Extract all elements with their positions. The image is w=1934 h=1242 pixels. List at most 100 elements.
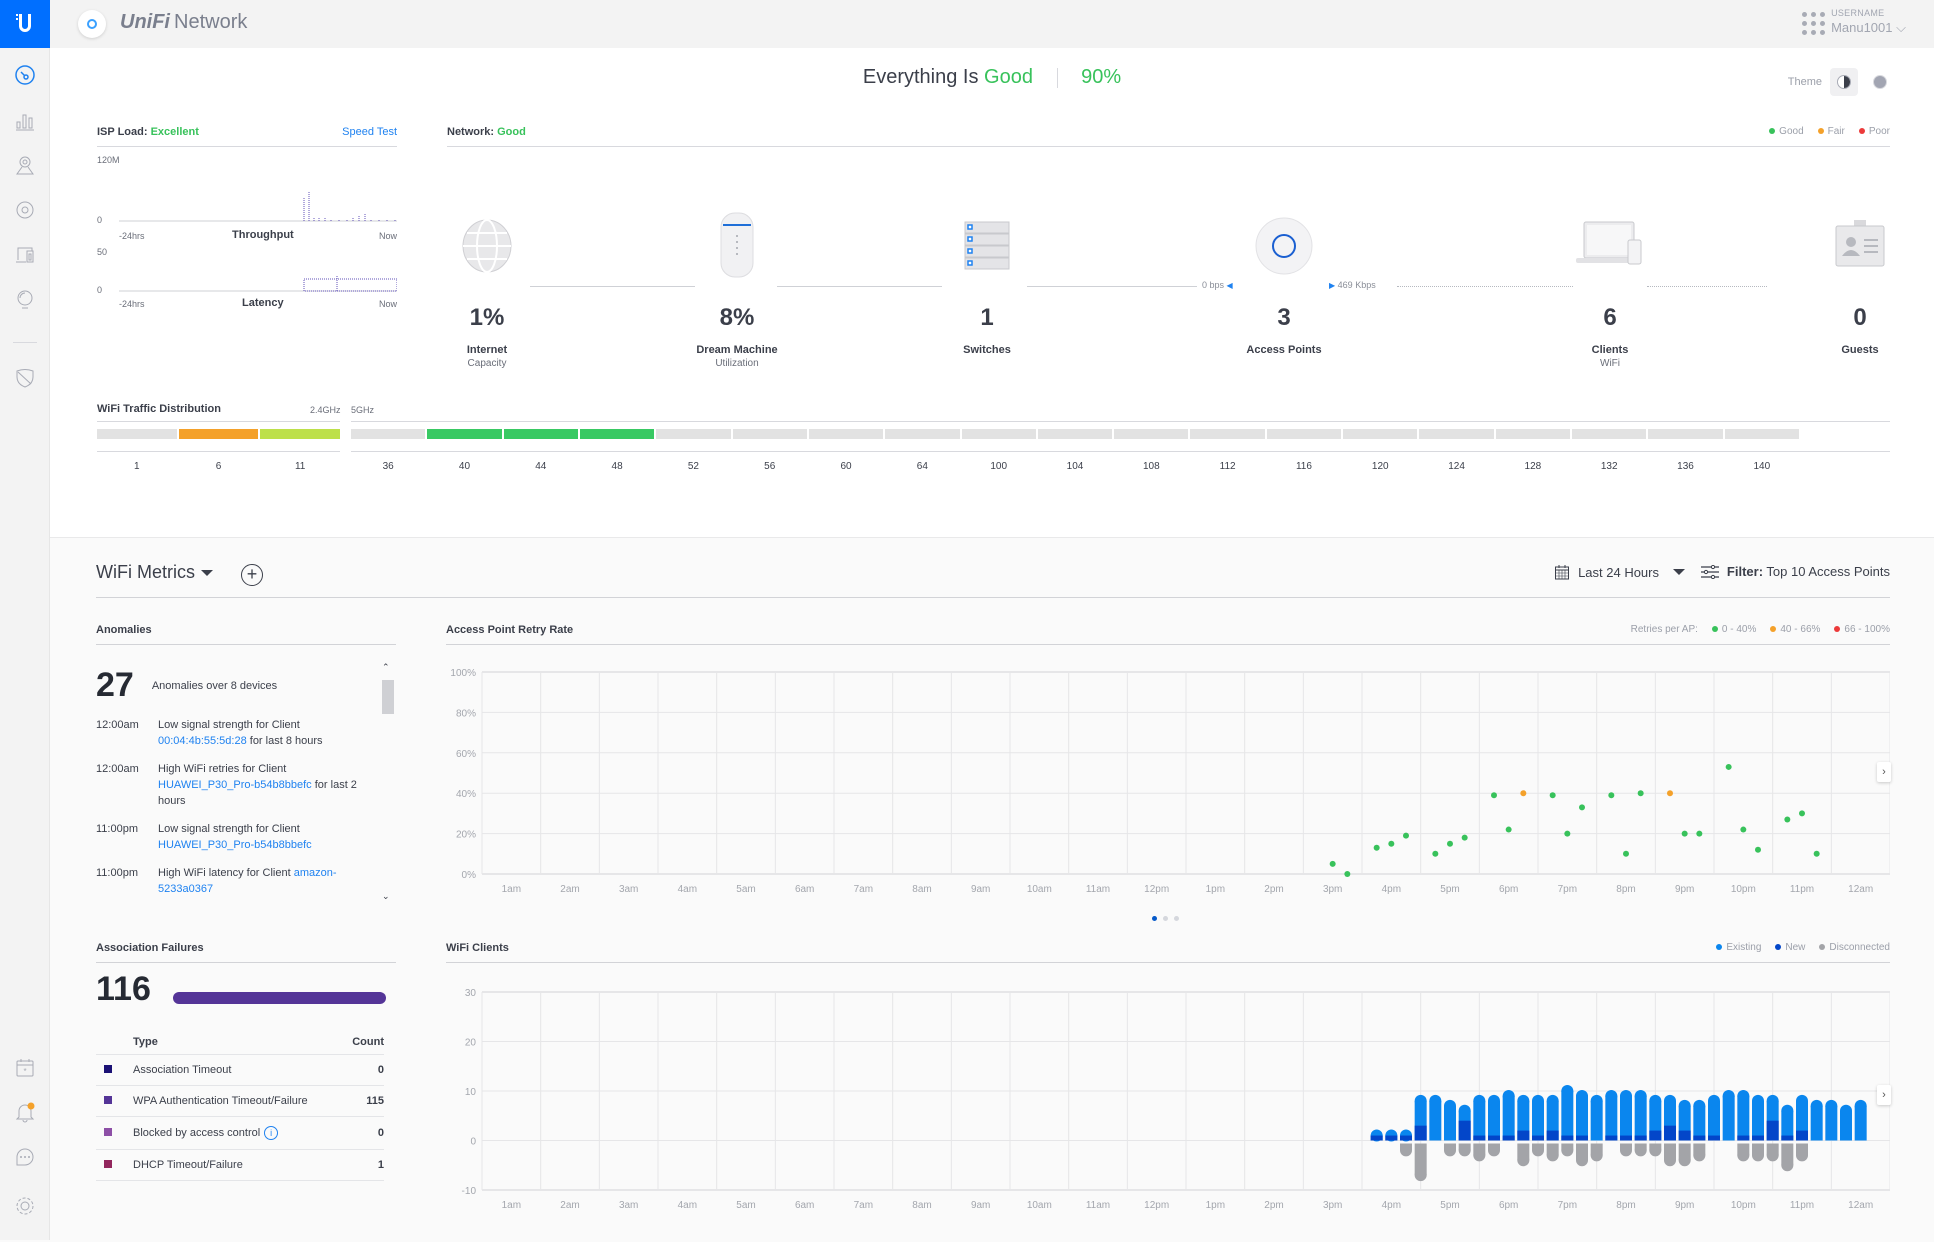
x-tick-label: 5am <box>736 884 755 895</box>
bar-existing-cap <box>1679 1100 1691 1112</box>
caret-down-icon <box>1673 569 1685 575</box>
channel-segment-120[interactable] <box>1343 429 1417 439</box>
anomalies-list[interactable]: 27Anomalies over 8 devices 12:00amLow si… <box>96 662 396 902</box>
sidebar-item-threat-management[interactable] <box>0 358 50 398</box>
channel-segment-108[interactable] <box>1114 429 1188 439</box>
node-clients[interactable]: 6 Clients WiFi <box>1540 206 1680 369</box>
channel-segment-140[interactable] <box>1725 429 1799 439</box>
info-icon[interactable]: i <box>264 1126 278 1140</box>
bar-existing-cap <box>1664 1095 1676 1107</box>
retry-point <box>1667 790 1673 796</box>
bar-existing-cap <box>1752 1095 1764 1107</box>
sidebar-item-alerts[interactable] <box>0 1092 50 1132</box>
bar-existing-cap <box>1840 1105 1852 1117</box>
sidebar-item-map[interactable] <box>0 145 50 185</box>
channel-segment-48[interactable] <box>580 429 654 439</box>
retry-rate-title: Access Point Retry Rate <box>446 624 573 636</box>
metrics-title-dropdown[interactable]: WiFi Metrics <box>96 562 213 583</box>
add-metric-button[interactable]: + <box>241 564 263 586</box>
node-switches[interactable]: 1 Switches <box>917 206 1057 356</box>
anomalies-count: 27 <box>96 666 134 705</box>
channel-segment-1[interactable] <box>97 429 177 439</box>
app-switch-badge[interactable] <box>78 10 106 38</box>
x-tick-label: 7am <box>854 1200 873 1211</box>
bar-new <box>1605 1136 1617 1141</box>
user-menu[interactable]: USERNAME Manu1001 ⌵ <box>1831 8 1906 36</box>
anomalies-scrollbar[interactable]: ⌃ ⌄ <box>380 662 394 902</box>
bar-existing-cap <box>1547 1095 1559 1107</box>
client-link[interactable]: HUAWEI_P30_Pro-b54b8bbefc <box>158 779 312 791</box>
sidebar-item-insights[interactable] <box>0 280 50 320</box>
client-link[interactable]: 00:04:4b:55:5d:28 <box>158 735 247 747</box>
channel-label: 36 <box>383 461 394 472</box>
bar-new <box>1473 1136 1485 1141</box>
node-guests[interactable]: 0 Guests <box>1790 206 1930 356</box>
channel-segment-136[interactable] <box>1648 429 1722 439</box>
ubiquiti-logo[interactable] <box>0 0 50 48</box>
anomaly-time: 12:00am <box>96 717 158 749</box>
client-link[interactable]: amazon-5233a0367 <box>158 867 337 895</box>
channel-segment-100[interactable] <box>962 429 1036 439</box>
guest-badge-icon <box>1832 218 1888 274</box>
retry-pager[interactable] <box>1152 916 1179 921</box>
bar-existing-cap <box>1561 1085 1573 1097</box>
speed-test-link[interactable]: Speed Test <box>342 126 397 138</box>
retry-point <box>1814 851 1820 857</box>
channel-label: 136 <box>1677 461 1694 472</box>
channel-segment-104[interactable] <box>1038 429 1112 439</box>
theme-contrast-button[interactable] <box>1830 68 1858 96</box>
channel-segment-60[interactable] <box>809 429 883 439</box>
channel-segment-52[interactable] <box>656 429 730 439</box>
channel-segment-44[interactable] <box>504 429 578 439</box>
x-tick-label: 11pm <box>1790 1200 1814 1211</box>
clients-value: 6 <box>1540 304 1680 332</box>
dream-machine-label: Dream Machine <box>667 344 807 356</box>
node-dream-machine[interactable]: 8% Dream Machine Utilization <box>667 206 807 369</box>
node-access-points[interactable]: 3 Access Points <box>1214 206 1354 356</box>
sidebar-item-devices[interactable] <box>0 190 50 230</box>
top-bar: UniFiNetwork USERNAME Manu1001 ⌵ <box>50 0 1934 48</box>
bar-existing-cap <box>1473 1095 1485 1107</box>
app-grid-icon[interactable] <box>1802 12 1826 36</box>
scroll-thumb[interactable] <box>382 680 394 714</box>
latency-xend: Now <box>379 299 397 309</box>
bar-existing-cap <box>1693 1100 1705 1112</box>
x-tick-label: 4am <box>678 884 697 895</box>
channel-segment-132[interactable] <box>1572 429 1646 439</box>
sidebar-item-dashboard[interactable] <box>0 55 50 95</box>
theme-dark-button[interactable] <box>1866 68 1894 96</box>
filter-button[interactable]: Filter: Top 10 Access Points <box>1701 564 1890 579</box>
sidebar-item-statistics[interactable] <box>0 100 50 140</box>
channel-segment-36[interactable] <box>351 429 425 439</box>
status-divider <box>1057 68 1058 88</box>
col-count: Count <box>345 1030 384 1055</box>
clients-next-button[interactable]: › <box>1877 1085 1891 1105</box>
channel-segment-116[interactable] <box>1267 429 1341 439</box>
channel-segment-56[interactable] <box>733 429 807 439</box>
retry-next-button[interactable]: › <box>1877 762 1891 782</box>
switch-stack-icon <box>962 218 1012 274</box>
bar-existing-cap <box>1855 1100 1867 1112</box>
channel-segment-64[interactable] <box>885 429 959 439</box>
ubiquiti-u-icon <box>12 11 38 37</box>
x-tick-label: 12pm <box>1144 884 1169 895</box>
channel-segment-112[interactable] <box>1190 429 1264 439</box>
time-range-dropdown[interactable]: Last 24 Hours <box>1554 564 1685 580</box>
association-failures-total: 116 <box>96 970 151 1009</box>
channel-label: 52 <box>688 461 699 472</box>
channel-segment-128[interactable] <box>1496 429 1570 439</box>
channel-segment-124[interactable] <box>1419 429 1493 439</box>
throughput-chart: 120M 0 -24hrs Throughput Now <box>97 147 397 227</box>
bar-existing-cap <box>1605 1090 1617 1102</box>
sidebar-item-clients[interactable] <box>0 235 50 275</box>
channel-segment-6[interactable] <box>179 429 259 439</box>
node-internet[interactable]: 1% Internet Capacity <box>417 206 557 369</box>
channel-segment-40[interactable] <box>427 429 501 439</box>
channel-segment-11[interactable] <box>260 429 340 439</box>
sidebar-item-events[interactable]: * <box>0 1048 50 1088</box>
sidebar-item-support-chat[interactable] <box>0 1137 50 1177</box>
client-link[interactable]: HUAWEI_P30_Pro-b54b8bbefc <box>158 839 312 851</box>
band-24ghz-label: 2.4GHz <box>310 405 341 415</box>
sidebar-item-settings[interactable] <box>0 1186 50 1226</box>
channel-label: 104 <box>1067 461 1084 472</box>
